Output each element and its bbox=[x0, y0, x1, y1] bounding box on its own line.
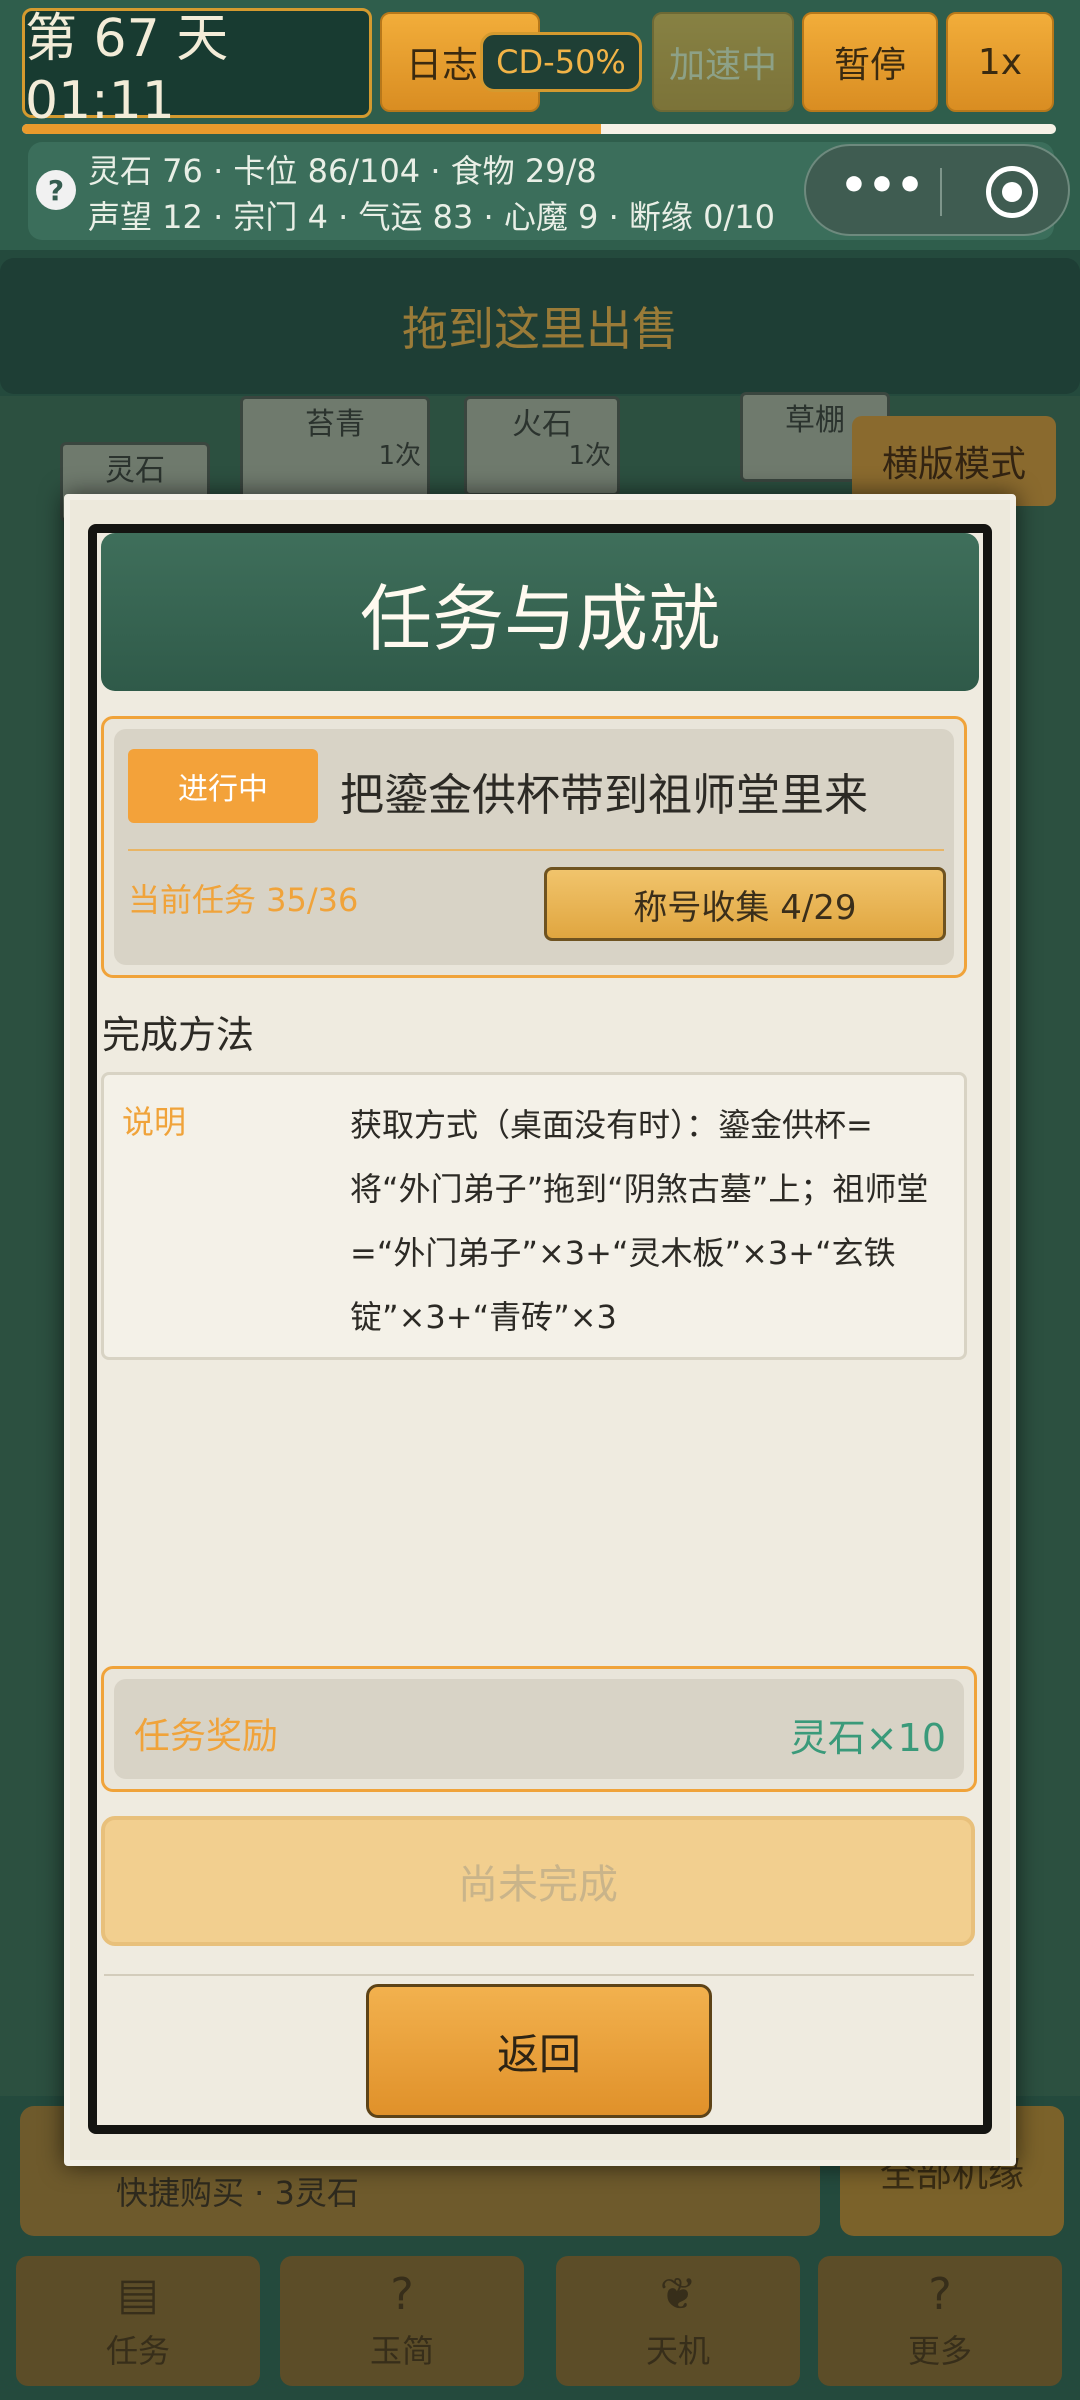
tab-more[interactable]: ? 更多 bbox=[818, 2256, 1062, 2386]
day-time-display: 第 67 天 01:11 bbox=[22, 8, 372, 131]
title-collection-button[interactable]: 称号收集 4/29 bbox=[544, 867, 946, 941]
leaf-icon: ❦ bbox=[659, 2269, 697, 2320]
tab-label: 玉简 bbox=[369, 2332, 434, 2370]
stats-bar: ? 灵石 76 · 卡位 86/104 · 食物 29/8 声望 12 · 宗门… bbox=[28, 142, 1070, 240]
scroll-icon: ▤ bbox=[117, 2269, 159, 2320]
stats-line-1: 灵石 76 · 卡位 86/104 · 食物 29/8 bbox=[88, 152, 597, 190]
more-dots-icon[interactable]: ••• bbox=[834, 164, 930, 216]
mini-program-capsule: ••• bbox=[804, 144, 1070, 236]
capsule-divider bbox=[940, 168, 942, 216]
landscape-mode-button[interactable]: 横版模式 bbox=[852, 416, 1056, 506]
question-icon: ? bbox=[390, 2269, 414, 2320]
sell-drop-zone[interactable]: 拖到这里出售 bbox=[0, 258, 1080, 394]
task-divider bbox=[128, 849, 944, 851]
not-completed-button[interactable]: 尚未完成 bbox=[101, 1816, 975, 1946]
help-icon[interactable]: ? bbox=[36, 170, 76, 210]
day-progress-fill bbox=[22, 124, 602, 134]
method-label: 说明 bbox=[122, 1103, 187, 1141]
day-progress-bar bbox=[22, 124, 1056, 134]
tab-label: 更多 bbox=[907, 2332, 972, 2370]
speed-up-button[interactable]: 加速中 bbox=[652, 12, 794, 112]
reward-panel: 任务奖励 灵石×10 bbox=[101, 1666, 977, 1792]
method-description: 获取方式（桌面没有时）：鎏金供杯=将“外门弟子”拖到“阴煞古墓”上；祖师堂=“外… bbox=[350, 1106, 929, 1336]
pause-button[interactable]: 暂停 bbox=[802, 12, 938, 112]
tab-jade-slip[interactable]: ? 玉简 bbox=[280, 2256, 524, 2386]
status-badge: 进行中 bbox=[128, 749, 318, 823]
bottom-divider bbox=[104, 1974, 974, 1976]
task-title: 把鎏金供杯带到祖师堂里来 bbox=[340, 770, 868, 821]
modal-title: 任务与成就 bbox=[101, 533, 979, 691]
task-panel-inner: 进行中 把鎏金供杯带到祖师堂里来 当前任务 35/36 称号收集 4/29 bbox=[114, 729, 954, 965]
back-button[interactable]: 返回 bbox=[366, 1984, 712, 2118]
speed-rate-button[interactable]: 1x bbox=[946, 12, 1054, 112]
tab-heaven-secret[interactable]: ❦ 天机 bbox=[556, 2256, 800, 2386]
card-tag: 1次 bbox=[378, 441, 421, 471]
close-target-icon[interactable] bbox=[986, 166, 1038, 218]
quick-buy-label: 快捷购买 · 3灵石 bbox=[116, 2174, 359, 2212]
task-progress-label: 当前任务 35/36 bbox=[128, 881, 359, 919]
board-card[interactable]: 火石 1次 bbox=[464, 396, 620, 496]
reward-label: 任务奖励 bbox=[134, 1716, 279, 1757]
method-box: 说明 获取方式（桌面没有时）：鎏金供杯=将“外门弟子”拖到“阴煞古墓”上；祖师堂… bbox=[101, 1072, 967, 1360]
reward-value: 灵石×10 bbox=[789, 1716, 946, 1760]
tab-label: 任务 bbox=[105, 2332, 170, 2370]
current-task-panel: 进行中 把鎏金供杯带到祖师堂里来 当前任务 35/36 称号收集 4/29 bbox=[101, 716, 967, 978]
method-heading: 完成方法 bbox=[102, 1013, 255, 1057]
card-tag: 1次 bbox=[568, 441, 611, 471]
tab-tasks[interactable]: ▤ 任务 bbox=[16, 2256, 260, 2386]
more-icon: ? bbox=[928, 2269, 952, 2320]
cd-badge: CD-50% bbox=[480, 32, 642, 92]
stats-line-2: 声望 12 · 宗门 4 · 气运 83 · 心魔 9 · 断缘 0/10 bbox=[88, 198, 775, 236]
tab-label: 天机 bbox=[645, 2332, 710, 2370]
card-name: 灵石 bbox=[105, 453, 165, 488]
reward-panel-inner: 任务奖励 灵石×10 bbox=[114, 1679, 964, 1779]
